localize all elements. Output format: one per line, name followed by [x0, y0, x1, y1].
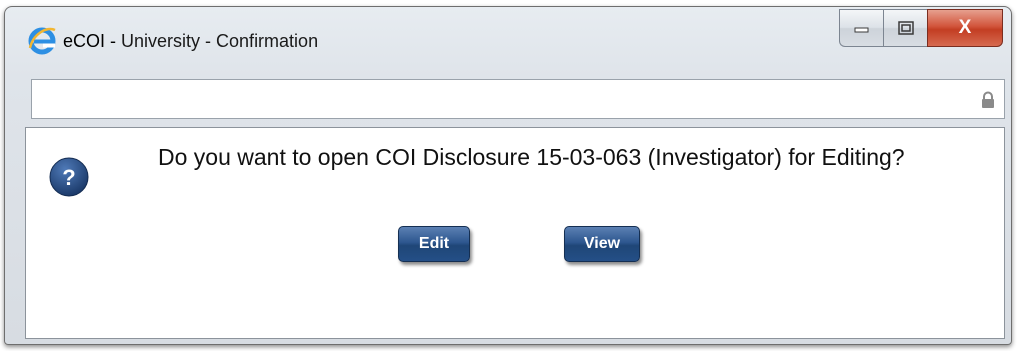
minimize-icon	[854, 27, 868, 33]
dialog-content: ? Do you want to open COI Disclosure 15-…	[25, 127, 1005, 339]
close-icon: X	[958, 17, 972, 38]
view-button[interactable]: View	[564, 226, 640, 262]
help-icon: ?	[48, 156, 90, 198]
window-title: eCOI - University - Confirmation	[63, 31, 318, 52]
address-bar[interactable]	[31, 79, 1005, 119]
title-bar[interactable]: eCOI - University - Confirmation X	[5, 7, 1011, 71]
confirmation-window: eCOI - University - Confirmation X ? Do …	[4, 6, 1012, 345]
edit-button[interactable]: Edit	[398, 226, 470, 262]
window-title-text: University - Confirmation	[121, 31, 319, 51]
caption-buttons: X	[839, 9, 1003, 47]
app-name: eCOI -	[63, 31, 117, 51]
maximize-button[interactable]	[883, 9, 927, 47]
maximize-icon	[897, 21, 914, 35]
svg-text:?: ?	[62, 165, 75, 190]
close-button[interactable]: X	[927, 9, 1003, 47]
minimize-button[interactable]	[839, 9, 883, 47]
lock-icon	[980, 91, 996, 109]
confirmation-message: Do you want to open COI Disclosure 15-03…	[158, 144, 905, 170]
internet-explorer-icon	[27, 26, 57, 56]
